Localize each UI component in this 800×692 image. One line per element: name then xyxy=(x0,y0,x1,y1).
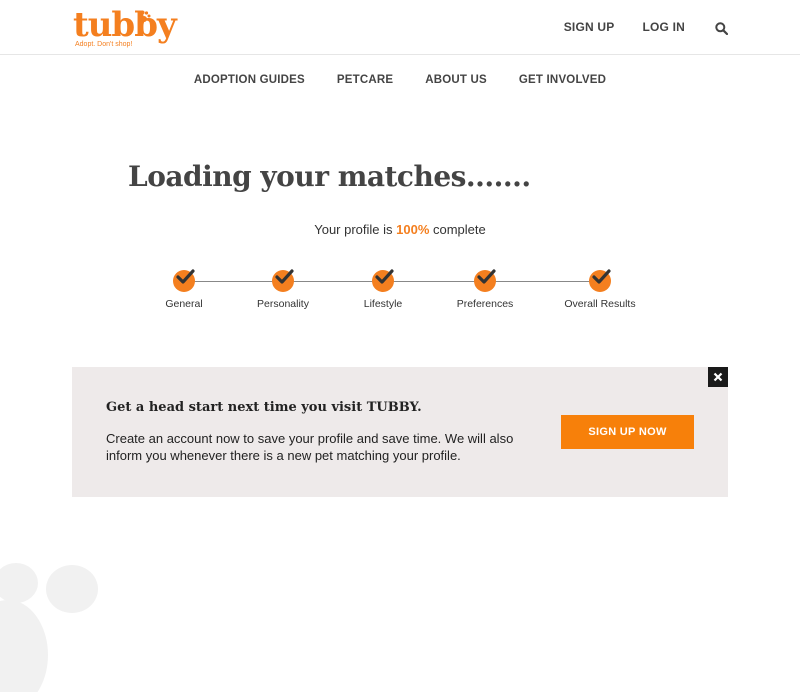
sign-up-now-button[interactable]: SIGN UP NOW xyxy=(561,415,694,449)
signup-promo-banner: Get a head start next time you visit TUB… xyxy=(72,367,728,497)
step-complete-badge xyxy=(474,269,496,292)
logo-wordmark: tubby xyxy=(73,5,177,45)
step-complete-badge xyxy=(173,269,195,292)
progress-percent: 100% xyxy=(396,222,430,237)
main-nav: ADOPTION GUIDES PETCARE ABOUT US GET INV… xyxy=(0,74,800,86)
step-complete-badge xyxy=(589,269,611,292)
nav-get-involved[interactable]: GET INVOLVED xyxy=(519,74,606,86)
search-icon[interactable] xyxy=(715,21,729,35)
profile-progress-text: Your profile is 100% complete xyxy=(0,222,800,237)
checkmark-icon xyxy=(375,269,394,284)
banner-description: Create an account now to save your profi… xyxy=(106,431,514,463)
nav-about-us[interactable]: ABOUT US xyxy=(425,74,487,86)
log-in-link[interactable]: LOG IN xyxy=(642,20,685,34)
sign-up-link[interactable]: SIGN UP xyxy=(564,20,615,34)
progress-suffix: complete xyxy=(429,222,486,237)
page-title: Loading your matches....... xyxy=(128,160,531,193)
banner-title: Get a head start next time you visit TUB… xyxy=(106,400,422,415)
checkmark-icon xyxy=(477,269,496,284)
step-complete-badge xyxy=(272,269,294,292)
header-actions: SIGN UP LOG IN xyxy=(536,20,729,35)
tubby-logo[interactable]: tubby Adopt. Don't shop! xyxy=(73,5,177,48)
checkmark-icon xyxy=(176,269,195,284)
step-complete-badge xyxy=(372,269,394,292)
step-preferences[interactable]: Preferences xyxy=(425,269,545,310)
top-bar: tubby Adopt. Don't shop! SIGN UP LOG IN xyxy=(0,0,800,55)
checkmark-icon xyxy=(275,269,294,284)
progress-prefix: Your profile is xyxy=(314,222,397,237)
paw-icon xyxy=(138,10,151,22)
close-icon[interactable] xyxy=(708,367,728,387)
decorative-paw-icon xyxy=(0,563,98,692)
nav-petcare[interactable]: PETCARE xyxy=(337,74,393,86)
checkmark-icon xyxy=(592,269,611,284)
step-label: Overall Results xyxy=(564,298,636,310)
nav-adoption-guides[interactable]: ADOPTION GUIDES xyxy=(194,74,305,86)
step-overall-results[interactable]: Overall Results xyxy=(540,269,660,310)
step-label: Preferences xyxy=(456,298,514,310)
